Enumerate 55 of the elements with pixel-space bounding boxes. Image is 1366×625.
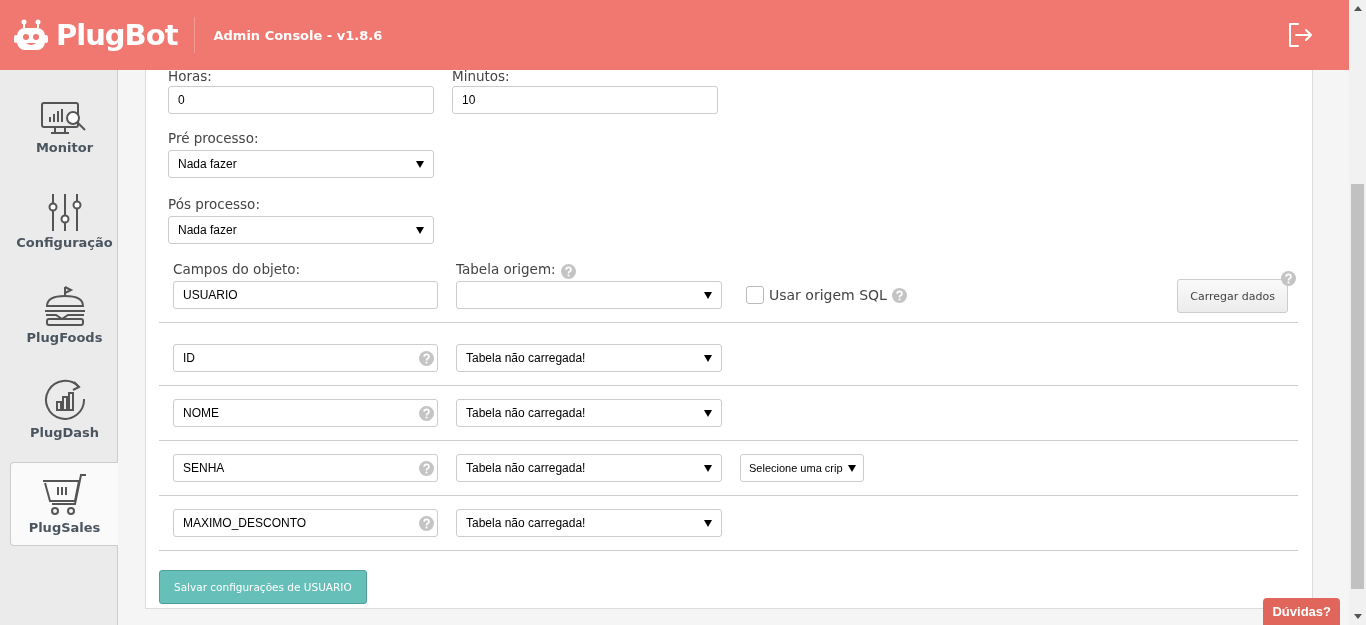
sidebar-item[interactable]: Configuração [10, 177, 118, 261]
caret-icon [704, 464, 712, 472]
caret-icon [416, 160, 424, 168]
brand-name: PlugBot [56, 18, 178, 52]
scroll-up-icon[interactable] [1353, 6, 1362, 11]
help-icon[interactable] [560, 263, 576, 279]
column-select[interactable]: Tabela não carregada! [456, 344, 722, 372]
burger-icon [42, 286, 87, 326]
help-icon[interactable] [419, 350, 434, 366]
source-table-label: Tabela origem: [456, 261, 556, 277]
pre-process-label: Pré processo: [168, 130, 260, 146]
minutes-label: Minutos: [452, 68, 511, 84]
help-icon[interactable] [419, 515, 434, 531]
column-select[interactable]: Tabela não carregada! [456, 454, 722, 482]
caret-icon [704, 519, 712, 527]
column-select[interactable]: Tabela não carregada! [456, 399, 722, 427]
caret-icon [416, 226, 424, 234]
robot-logo-icon [14, 18, 48, 52]
hours-label: Horas: [168, 68, 213, 84]
field-name-input[interactable]: SENHA [173, 454, 438, 482]
help-icon[interactable] [419, 405, 434, 421]
hours-input[interactable]: 0 [168, 86, 434, 114]
field-name-input[interactable]: MAXIMO_DESCONTO [173, 509, 438, 537]
load-data-button[interactable]: Carregar dados [1177, 279, 1288, 313]
console-title: Admin Console - v1.8.6 [213, 27, 383, 43]
sidebar-item[interactable]: Monitor [10, 82, 118, 166]
caret-icon [704, 409, 712, 417]
help-icon[interactable] [891, 287, 907, 303]
field-name-input[interactable]: NOME [173, 399, 438, 427]
scroll-down-icon[interactable] [1353, 614, 1362, 619]
column-select[interactable]: Tabela não carregada! [456, 509, 722, 537]
logout-icon[interactable] [1287, 22, 1313, 48]
sql-source-checkbox[interactable] [746, 286, 764, 304]
caret-icon [704, 354, 712, 362]
sidebar-item[interactable]: PlugSales [10, 462, 118, 546]
post-process-select[interactable]: Nada fazer [168, 216, 434, 244]
help-icon[interactable] [419, 460, 434, 476]
caret-icon [704, 291, 712, 299]
field-name-input[interactable]: ID [173, 344, 438, 372]
object-fields-input[interactable]: USUARIO [173, 281, 438, 309]
pre-process-select[interactable]: Nada fazer [168, 150, 434, 178]
cart-icon [41, 474, 88, 516]
minutes-input[interactable]: 10 [452, 86, 718, 114]
source-table-select[interactable] [456, 281, 722, 309]
sql-source-label: Usar origem SQL [769, 287, 887, 303]
sidebar-item[interactable]: PlugDash [10, 367, 118, 451]
scrollbar[interactable] [1349, 0, 1366, 625]
sidebar-item[interactable]: PlugFoods [10, 272, 118, 356]
caret-icon [848, 464, 856, 472]
help-icon[interactable] [1281, 271, 1296, 286]
chart-refresh-icon [42, 379, 87, 421]
sliders-icon [46, 193, 83, 231]
encryption-select[interactable]: Selecione uma crip [740, 454, 864, 482]
object-fields-label: Campos do objeto: [173, 261, 302, 277]
post-process-label: Pós processo: [168, 196, 261, 212]
